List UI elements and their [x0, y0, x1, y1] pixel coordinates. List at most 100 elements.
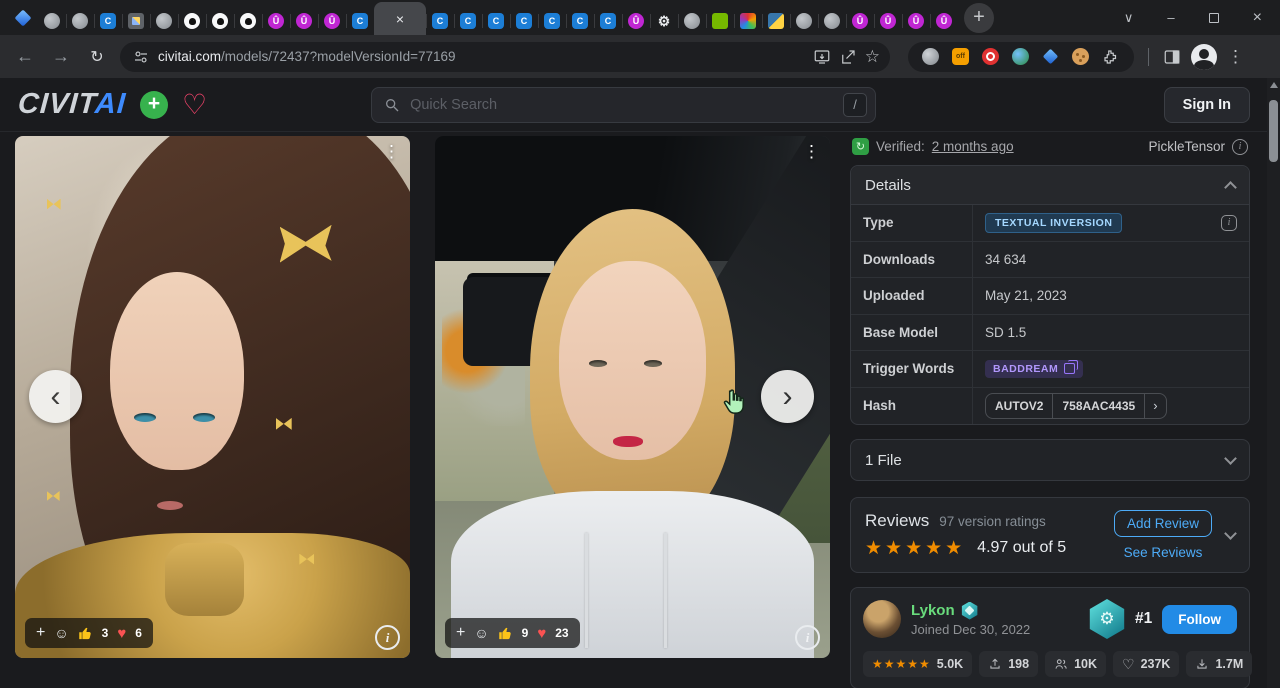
scrollbar-thumb[interactable] — [1269, 100, 1278, 162]
browser-tab[interactable]: C — [482, 7, 510, 35]
forward-button[interactable]: → — [48, 46, 74, 67]
browser-tab[interactable]: C — [454, 7, 482, 35]
carousel-next-button[interactable]: › — [761, 370, 814, 423]
hash-pill[interactable]: AUTOV2 758AAC4435 › — [985, 393, 1167, 419]
search-input[interactable]: Quick Search / — [371, 87, 876, 123]
thumbs-up-icon[interactable] — [78, 626, 93, 641]
support-heart-icon[interactable]: ♡ — [182, 91, 207, 119]
bookmark-star-icon[interactable]: ☆ — [865, 47, 880, 67]
follow-button[interactable]: Follow — [1162, 605, 1237, 634]
profile-avatar-button[interactable] — [1191, 44, 1217, 70]
browser-tab[interactable] — [706, 7, 734, 35]
browser-tab[interactable] — [234, 7, 262, 35]
image-info-button[interactable]: i — [795, 625, 820, 650]
active-tab[interactable]: × — [374, 2, 426, 35]
add-review-button[interactable]: Add Review — [1114, 510, 1212, 537]
type-badge[interactable]: TEXTUAL INVERSION — [985, 213, 1122, 233]
verified-time-link[interactable]: 2 months ago — [932, 139, 1014, 154]
browser-tab[interactable] — [38, 7, 66, 35]
details-header[interactable]: Details — [851, 166, 1249, 204]
browser-tab[interactable]: C — [346, 7, 374, 35]
thumbs-up-icon[interactable] — [498, 626, 513, 641]
site-settings-icon[interactable] — [132, 48, 150, 66]
copy-icon[interactable] — [1064, 363, 1075, 374]
extension-earth-icon[interactable] — [1012, 48, 1029, 65]
close-window-button[interactable]: × — [1253, 9, 1262, 27]
browser-tab[interactable]: Û — [318, 7, 346, 35]
browser-tab[interactable]: Û — [262, 7, 290, 35]
rating-count: 5.0K — [937, 657, 963, 671]
download-icon — [1195, 657, 1209, 671]
files-card[interactable]: 1 File — [850, 439, 1250, 481]
type-info-icon[interactable]: i — [1221, 215, 1237, 231]
minimize-button[interactable]: – — [1167, 10, 1174, 25]
scrollbar-up-arrow[interactable] — [1270, 82, 1278, 88]
format-info-icon[interactable]: i — [1232, 139, 1248, 155]
extension-red-icon[interactable] — [982, 48, 999, 65]
browser-tab[interactable] — [818, 7, 846, 35]
browser-tab[interactable] — [150, 7, 178, 35]
browser-tab[interactable] — [178, 7, 206, 35]
new-tab-button[interactable]: + — [964, 3, 994, 33]
heart-icon[interactable]: ♥ — [537, 625, 546, 642]
browser-tab[interactable]: C — [538, 7, 566, 35]
share-icon[interactable] — [839, 48, 857, 66]
chevron-down-icon[interactable]: ∨ — [1124, 10, 1134, 26]
sidebar-icon[interactable] — [1163, 48, 1181, 66]
trigger-word-badge[interactable]: BADDREAM — [985, 360, 1083, 378]
browser-tab[interactable]: C — [94, 7, 122, 35]
browser-tab[interactable]: Û — [874, 7, 902, 35]
browser-tab[interactable]: Û — [902, 7, 930, 35]
browser-tab[interactable]: C — [594, 7, 622, 35]
browser-tab[interactable] — [678, 7, 706, 35]
browser-tab[interactable]: ⚙ — [650, 7, 678, 35]
back-button[interactable]: ← — [12, 46, 38, 67]
add-reaction-button[interactable]: + — [36, 625, 45, 641]
browser-tab[interactable]: C — [426, 7, 454, 35]
reload-button[interactable]: ↻ — [84, 47, 110, 67]
browser-tab[interactable] — [762, 7, 790, 35]
reviews-chevron-icon[interactable] — [1224, 527, 1237, 540]
browser-tab[interactable]: Û — [622, 7, 650, 35]
see-reviews-link[interactable]: See Reviews — [1124, 545, 1203, 560]
page-scrollbar[interactable] — [1267, 78, 1280, 688]
create-button[interactable]: + — [140, 91, 168, 119]
pinned-tab[interactable] — [8, 4, 38, 32]
browser-tab[interactable] — [206, 7, 234, 35]
browser-tab[interactable] — [790, 7, 818, 35]
creator-avatar[interactable] — [863, 600, 901, 638]
browser-tab[interactable] — [734, 7, 762, 35]
civitai-favicon: C — [352, 13, 368, 29]
users-icon — [1054, 657, 1068, 671]
image-menu-icon[interactable]: ⋮ — [803, 142, 820, 162]
url-bar[interactable]: civitai.com/models/72437?modelVersionId=… — [120, 42, 890, 72]
heart-icon[interactable]: ♥ — [117, 625, 126, 642]
browser-tab[interactable]: C — [510, 7, 538, 35]
tab-close-icon[interactable]: × — [396, 12, 404, 26]
maximize-button[interactable] — [1209, 13, 1219, 23]
creator-rank: #1 — [1135, 610, 1152, 628]
extension-gem-icon[interactable] — [1042, 48, 1059, 65]
install-icon[interactable] — [813, 48, 831, 66]
carousel-prev-button[interactable]: ‹ — [29, 370, 82, 423]
creator-name-link[interactable]: Lykon — [911, 602, 955, 619]
civitai-logo[interactable]: CIVITAI — [17, 88, 127, 121]
browser-tab[interactable]: C — [566, 7, 594, 35]
hash-expand-button[interactable]: › — [1144, 394, 1165, 418]
extension-sphere-icon[interactable] — [922, 48, 939, 65]
extension-adblock-off-icon[interactable] — [952, 48, 969, 65]
browser-tab[interactable]: Û — [846, 7, 874, 35]
extension-cookie-icon[interactable] — [1072, 48, 1089, 65]
emoji-icon[interactable]: ☺ — [54, 625, 68, 641]
extensions-puzzle-icon[interactable] — [1102, 48, 1120, 66]
image-menu-icon[interactable]: ⋮ — [383, 142, 400, 162]
sign-in-button[interactable]: Sign In — [1164, 87, 1250, 123]
emoji-icon[interactable]: ☺ — [474, 625, 488, 641]
browser-menu-icon[interactable]: ⋮ — [1227, 47, 1244, 67]
image-info-button[interactable]: i — [375, 625, 400, 650]
browser-tab[interactable] — [122, 7, 150, 35]
browser-tab[interactable]: Û — [290, 7, 318, 35]
browser-tab[interactable] — [66, 7, 94, 35]
browser-tab[interactable]: Û — [930, 7, 958, 35]
add-reaction-button[interactable]: + — [456, 625, 465, 641]
